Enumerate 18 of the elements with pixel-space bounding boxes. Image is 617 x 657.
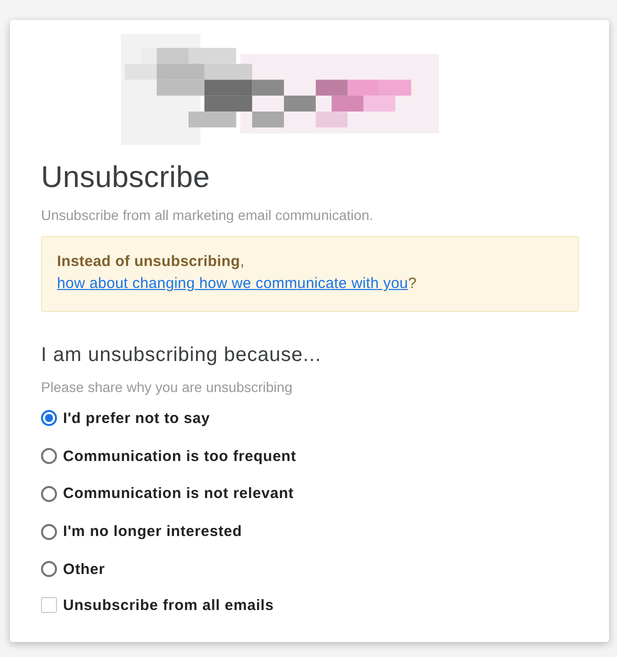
option-label: Other: [63, 560, 106, 578]
option-label: Communication is not relevant: [63, 485, 294, 502]
section-hint: Please share why you are unsubscribing: [41, 379, 294, 396]
page-title: Unsubscribe: [41, 161, 211, 196]
option-label: I'm no longer interested: [63, 523, 242, 540]
option-label: Communication is too frequent: [63, 448, 296, 464]
option-label: Unsubscribe from all emails: [63, 596, 274, 614]
radio-button[interactable]: [41, 410, 57, 426]
notice-text: Instead of unsubscribing, how about changing how we communicate with you?: [41, 236, 579, 312]
option-label: I'd prefer not to say: [63, 410, 210, 427]
section-heading: I am unsubscribing because...: [41, 344, 322, 368]
change-preferences-link[interactable]: how about changing how we communicate with you: [57, 275, 408, 292]
radio-button[interactable]: [41, 448, 57, 464]
checkbox[interactable]: [41, 597, 57, 614]
radio-button[interactable]: [41, 486, 57, 502]
radio-button[interactable]: [41, 561, 57, 578]
page-subtitle: Unsubscribe from all marketing email communication.: [41, 207, 374, 224]
radio-button[interactable]: [41, 524, 57, 540]
